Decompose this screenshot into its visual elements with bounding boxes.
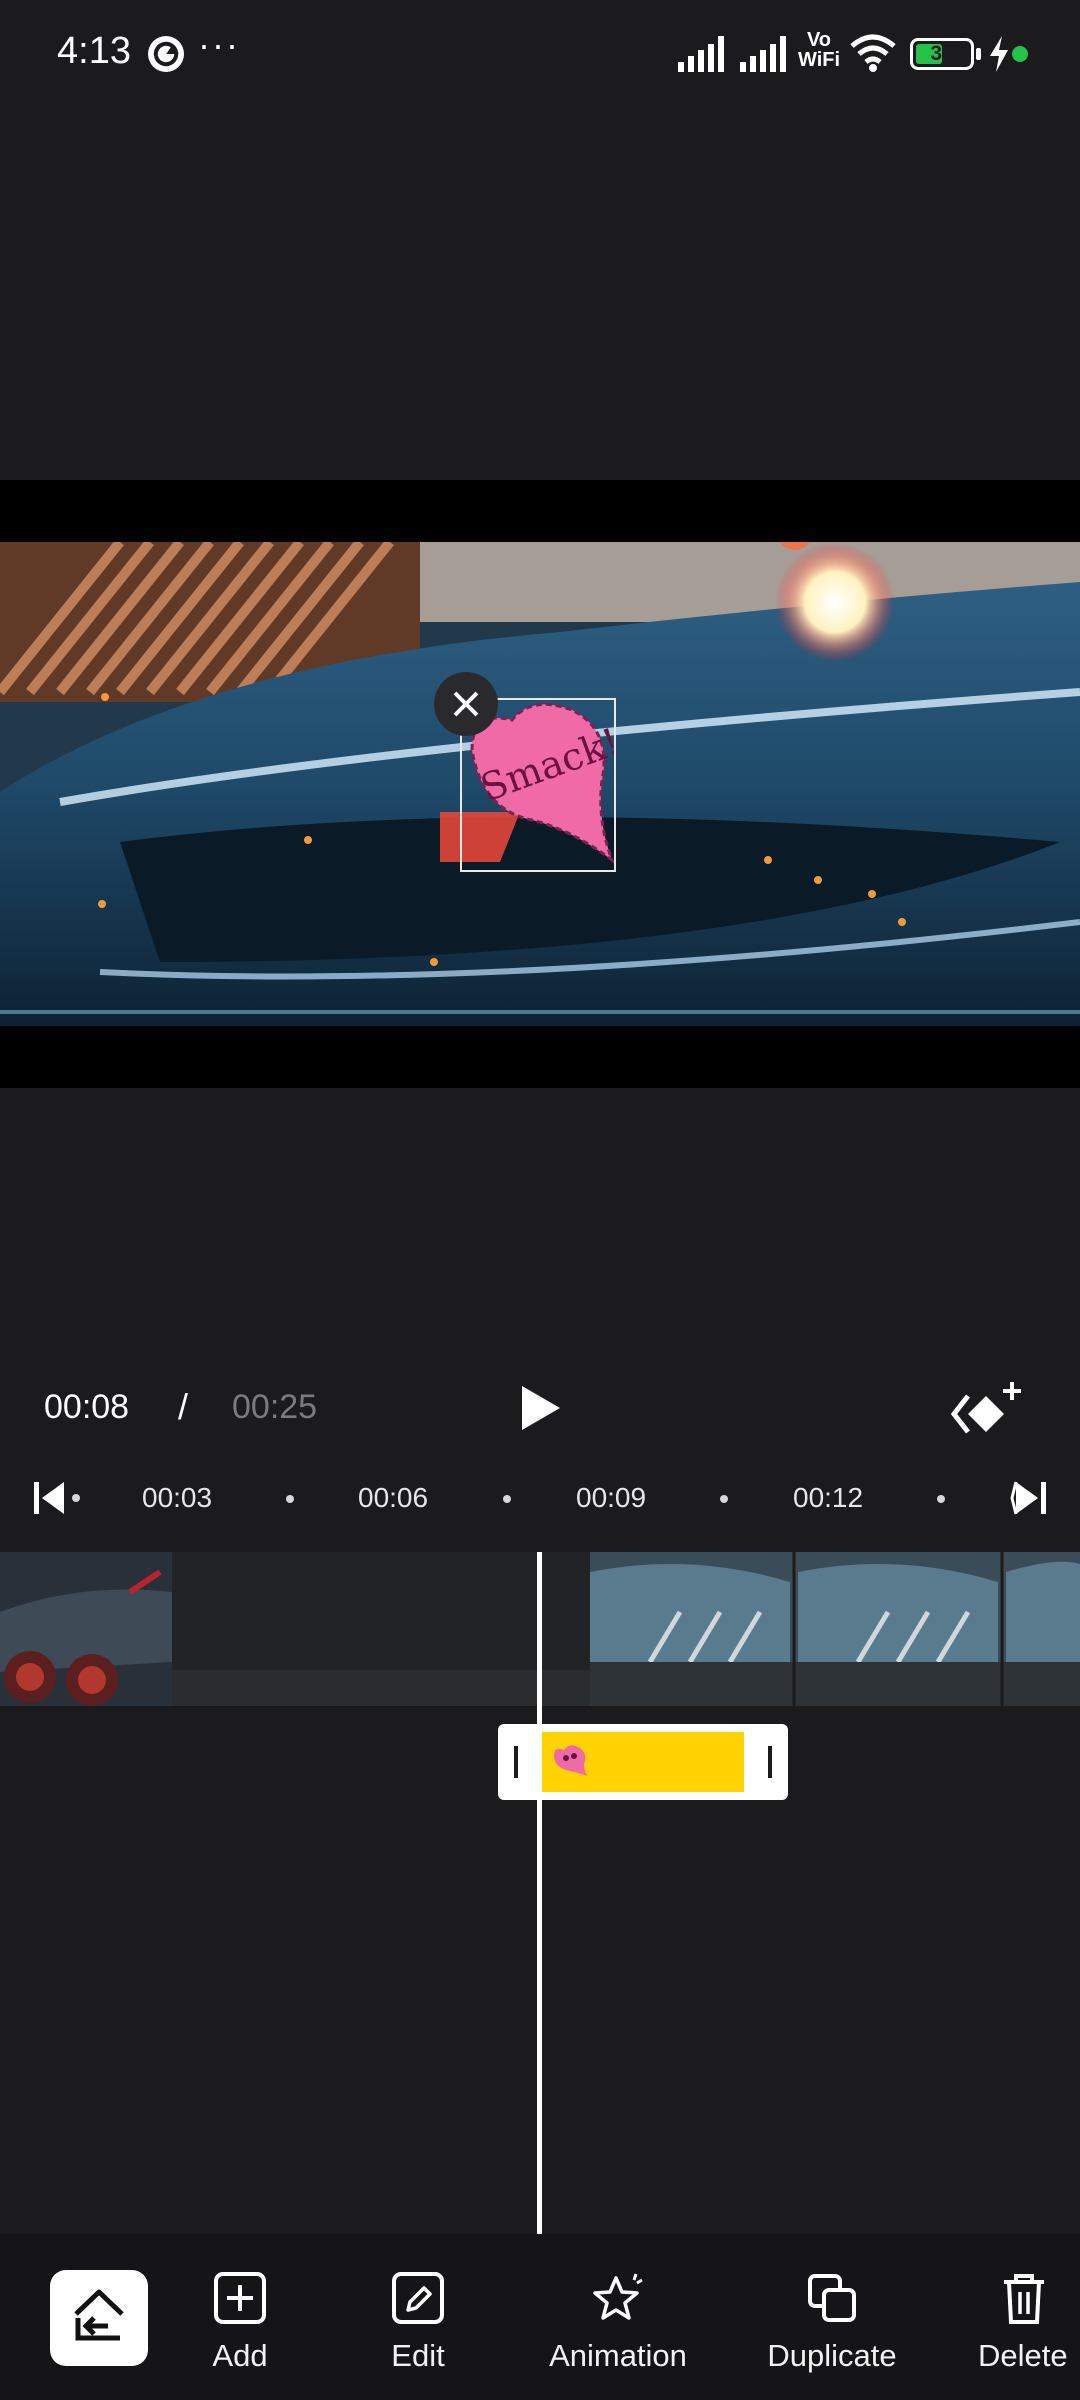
close-icon — [453, 691, 479, 717]
delete-button[interactable]: Delete — [968, 2234, 1080, 2400]
total-time: 00:25 — [232, 1388, 318, 1426]
battery-level: 39 — [930, 42, 954, 65]
signal-icon — [678, 36, 724, 72]
duplicate-label: Duplicate — [767, 2338, 897, 2373]
star-sparkle-icon — [593, 2273, 643, 2320]
ruler-label: 00:03 — [142, 1482, 213, 1513]
ruler-dot — [503, 1495, 511, 1503]
trim-handle-left[interactable] — [514, 1746, 518, 1778]
trash-icon — [1004, 2274, 1044, 2324]
video-clip-dark[interactable] — [172, 1552, 590, 1706]
charging-icon — [990, 36, 1008, 72]
delete-label: Delete — [978, 2338, 1068, 2373]
ruler-dot — [937, 1495, 945, 1503]
duplicate-icon — [808, 2274, 856, 2322]
animation-button[interactable]: Animation — [530, 2234, 706, 2400]
jump-to-start-icon[interactable] — [34, 1478, 82, 1518]
wifi-icon — [850, 34, 896, 72]
bottom-toolbar: Add Edit Animation Duplicate Delete — [0, 2234, 1080, 2400]
pencil-icon — [392, 2272, 444, 2324]
more-icon: ··· — [198, 24, 240, 65]
clip-thumbnail-image — [590, 1552, 1080, 1706]
add-label: Add — [212, 2338, 268, 2373]
add-keyframe-button[interactable] — [948, 1378, 1028, 1444]
sticker-clip-body — [542, 1732, 744, 1792]
status-time: 4:13 — [57, 30, 131, 72]
timeline-ruler[interactable]: 00:03 00:06 00:09 00:12 — [0, 1470, 1080, 1526]
trim-handle-right[interactable] — [768, 1746, 772, 1778]
vowifi-icon: Vo WiFi — [798, 30, 840, 70]
status-bar: 4:13 ··· Vo WiFi 39 — [0, 0, 1080, 110]
play-button[interactable] — [512, 1380, 568, 1436]
ruler-dot — [286, 1495, 294, 1503]
edit-button[interactable]: Edit — [358, 2234, 478, 2400]
battery-icon: 39 — [910, 38, 974, 70]
play-icon — [522, 1386, 560, 1430]
video-clip-stadium[interactable] — [590, 1552, 1080, 1706]
battery-tip — [976, 48, 981, 60]
remove-sticker-button[interactable] — [434, 672, 498, 736]
plus-square-icon — [214, 2272, 266, 2324]
keyframe-add-icon — [950, 1382, 1021, 1434]
clip-thumbnail-image — [0, 1552, 172, 1706]
sticker-thumbnail-icon — [554, 1745, 588, 1776]
add-button[interactable]: Add — [180, 2234, 300, 2400]
time-separator: / — [178, 1386, 189, 1427]
signal-icon — [740, 36, 786, 72]
back-button[interactable] — [50, 2270, 148, 2366]
playhead[interactable] — [537, 1552, 542, 2234]
animation-label: Animation — [549, 2338, 687, 2373]
ruler-dot — [720, 1495, 728, 1503]
video-preview[interactable]: Smack! — [0, 480, 1080, 1088]
video-clip-thumbnail[interactable] — [0, 1552, 172, 1706]
current-time: 00:08 — [44, 1388, 130, 1426]
privacy-dot-icon — [1012, 46, 1028, 62]
vowifi-label-top: Vo — [806, 29, 832, 51]
edit-label: Edit — [391, 2338, 445, 2373]
jump-to-end-icon[interactable] — [1008, 1478, 1048, 1518]
ruler-label: 00:06 — [358, 1482, 429, 1513]
duplicate-button[interactable]: Duplicate — [752, 2234, 912, 2400]
vowifi-label-bottom: WiFi — [798, 49, 841, 71]
clip-thumbnail-image — [172, 1552, 590, 1706]
ruler-label: 00:09 — [576, 1482, 647, 1513]
app-icon — [148, 36, 184, 72]
exit-edit-icon — [74, 2289, 124, 2341]
ruler-label: 00:12 — [793, 1482, 864, 1513]
